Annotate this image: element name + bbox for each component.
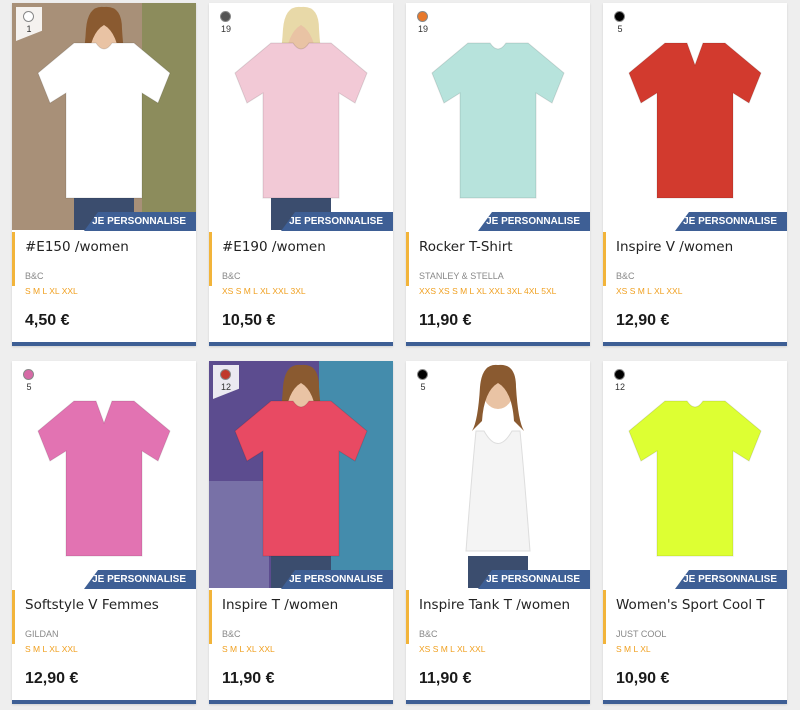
product-image[interactable]	[603, 3, 787, 230]
product-image[interactable]	[12, 3, 196, 230]
product-sizes: XXS XS S M L XL XXL 3XL 4XL 5XL	[419, 286, 557, 296]
product-name[interactable]: Inspire T /women	[222, 597, 338, 613]
personalize-button[interactable]: JE PERSONNALISE	[84, 570, 196, 589]
product-brand: STANLEY & STELLA	[419, 271, 504, 281]
product-name[interactable]: Softstyle V Femmes	[25, 597, 159, 613]
color-swatch-icon	[417, 369, 428, 380]
product-sizes: XS S M L XL XXL	[616, 286, 683, 296]
product-name[interactable]: Inspire Tank T /women	[419, 597, 570, 613]
product-image[interactable]	[209, 361, 393, 588]
product-price: 10,90 €	[616, 670, 670, 687]
product-grid: 1 JE PERSONNALISE #E150 /women B&C S M L XL …	[0, 0, 800, 710]
product-price: 4,50 €	[25, 312, 70, 329]
personalize-button[interactable]: JE PERSONNALISE	[478, 570, 590, 589]
product-sizes: S M L XL XXL	[222, 644, 275, 654]
product-card[interactable]: 19 JE PERSONNALISE Rocker T-Shirt STANLEY &…	[406, 3, 590, 346]
color-swatch-icon	[220, 369, 231, 380]
product-card[interactable]: 12 JE PERSONNALISE Inspire T /women B&C S M …	[209, 361, 393, 704]
product-card[interactable]: 5 JE PERSONNALISE Softstyle V Femmes GILDAN…	[12, 361, 196, 704]
product-brand: B&C	[419, 629, 438, 639]
product-price: 11,90 €	[222, 670, 275, 687]
product-card[interactable]: 19 JE PERSONNALISE #E190 /women B&C XS S M L…	[209, 3, 393, 346]
accent-bar	[603, 590, 606, 644]
accent-bar	[12, 590, 15, 644]
personalize-button[interactable]: JE PERSONNALISE	[281, 570, 393, 589]
product-price: 12,90 €	[25, 670, 79, 687]
product-price: 11,90 €	[419, 670, 472, 687]
color-swatch-icon	[23, 11, 34, 22]
product-price: 11,90 €	[419, 312, 472, 329]
product-card[interactable]: 5 JE PERSONNALISE Inspire V /women B&C XS S …	[603, 3, 787, 346]
personalize-button[interactable]: JE PERSONNALISE	[478, 212, 590, 231]
accent-bar	[209, 232, 212, 286]
product-sizes: XS S M L XL XXL 3XL	[222, 286, 306, 296]
product-price: 10,50 €	[222, 312, 276, 329]
product-brand: B&C	[616, 271, 635, 281]
accent-bar	[603, 232, 606, 286]
product-name[interactable]: Inspire V /women	[616, 239, 733, 255]
product-image[interactable]	[209, 3, 393, 230]
product-name[interactable]: #E190 /women	[222, 239, 326, 255]
product-image[interactable]	[406, 3, 590, 230]
product-sizes: S M L XL	[616, 644, 651, 654]
color-swatch-icon	[614, 11, 625, 22]
accent-bar	[406, 232, 409, 286]
product-image[interactable]	[406, 361, 590, 588]
product-sizes: S M L XL XXL	[25, 644, 78, 654]
personalize-button[interactable]: JE PERSONNALISE	[675, 570, 787, 589]
product-name[interactable]: Women's Sport Cool T	[616, 597, 765, 613]
product-brand: B&C	[222, 629, 241, 639]
product-card[interactable]: 5 JE PERSONNALISE Inspire Tank T /women B&C…	[406, 361, 590, 704]
product-card[interactable]: 12 JE PERSONNALISE Women's Sport Cool T JUS…	[603, 361, 787, 704]
product-name[interactable]: #E150 /women	[25, 239, 129, 255]
color-swatch-icon	[220, 11, 231, 22]
product-sizes: XS S M L XL XXL	[419, 644, 486, 654]
accent-bar	[12, 232, 15, 286]
product-name[interactable]: Rocker T-Shirt	[419, 239, 513, 255]
personalize-button[interactable]: JE PERSONNALISE	[281, 212, 393, 231]
product-brand: GILDAN	[25, 629, 59, 639]
product-price: 12,90 €	[616, 312, 670, 329]
personalize-button[interactable]: JE PERSONNALISE	[675, 212, 787, 231]
product-card[interactable]: 1 JE PERSONNALISE #E150 /women B&C S M L XL …	[12, 3, 196, 346]
color-swatch-icon	[614, 369, 625, 380]
product-brand: B&C	[222, 271, 241, 281]
product-sizes: S M L XL XXL	[25, 286, 78, 296]
accent-bar	[406, 590, 409, 644]
color-swatch-icon	[417, 11, 428, 22]
product-image[interactable]	[603, 361, 787, 588]
accent-bar	[209, 590, 212, 644]
personalize-button[interactable]: JE PERSONNALISE	[84, 212, 196, 231]
product-brand: JUST COOL	[616, 629, 667, 639]
product-image[interactable]	[12, 361, 196, 588]
color-swatch-icon	[23, 369, 34, 380]
product-brand: B&C	[25, 271, 44, 281]
